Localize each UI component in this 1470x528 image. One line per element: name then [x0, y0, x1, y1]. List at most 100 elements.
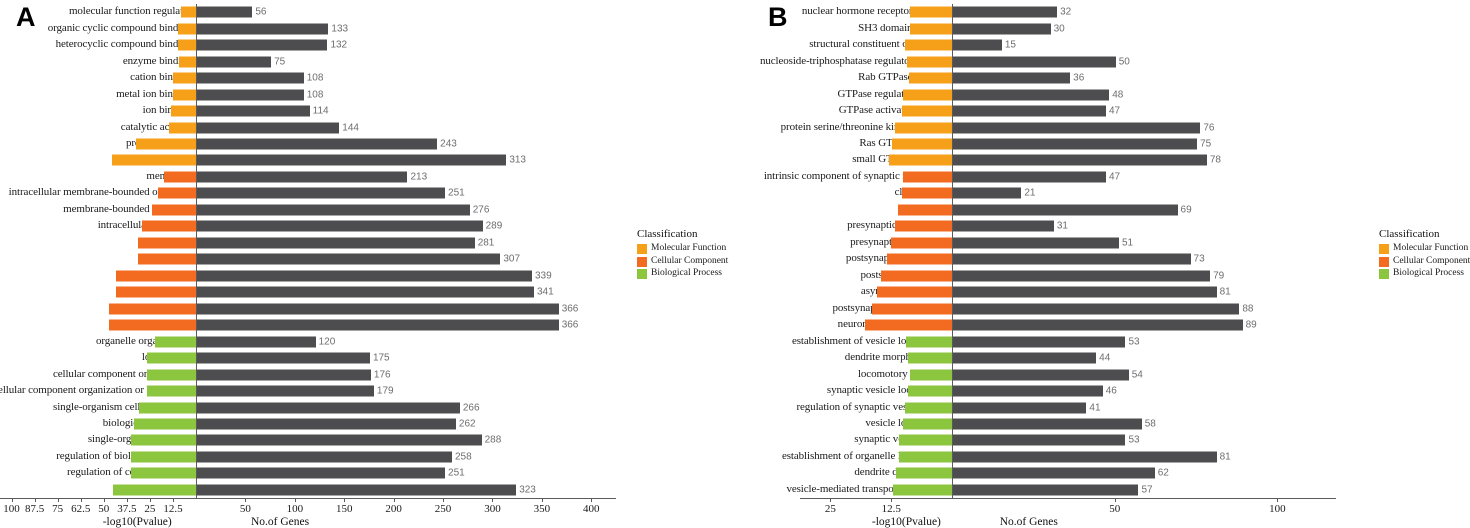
- pvalue-axis-title: -log10(Pvalue): [102, 516, 172, 528]
- pvalue-bar: [908, 352, 952, 364]
- gene-count-bar: [197, 336, 316, 348]
- legend-item[interactable]: Biological Process: [637, 269, 728, 279]
- chart-row: single-organism cellular process 266: [0, 399, 760, 416]
- legend-item[interactable]: Molecular Function: [637, 244, 728, 254]
- value-axis-tick: [830, 499, 832, 503]
- gene-count-bar: [197, 369, 371, 381]
- chart-row: intracellular membrane-bounded organelle…: [0, 185, 760, 202]
- gene-count-value: 323: [519, 484, 536, 496]
- gene-count-bar: [953, 253, 1191, 265]
- gene-count-value: 88: [1242, 303, 1254, 315]
- legend-item[interactable]: Cellular Component: [1379, 255, 1470, 267]
- gene-count-bar: [953, 451, 1217, 463]
- pvalue-bar: [137, 253, 196, 265]
- pvalue-bar: [865, 319, 952, 331]
- pvalue-bar: [872, 303, 952, 315]
- pvalue-axis-tick-label: 25: [144, 503, 156, 516]
- pvalue-axis-tick-label: 62.5: [71, 503, 91, 516]
- legend-item[interactable]: Molecular Function: [1379, 244, 1470, 254]
- pvalue-axis-tick-label: 37.5: [117, 503, 137, 516]
- gene-count-value: 46: [1105, 385, 1117, 397]
- gene-count-value: 21: [1024, 187, 1036, 199]
- pvalue-axis-tick-label: 75: [52, 503, 64, 516]
- pvalue-axis-tick-label: 50: [98, 503, 110, 516]
- chart-row: organic cyclic compound binding 133: [0, 20, 760, 37]
- gene-count-bar: [197, 72, 304, 84]
- chart-row: axon part69: [750, 202, 1470, 219]
- value-axis-line: [0, 498, 616, 500]
- value-axis-tick: [80, 499, 82, 503]
- chart-row: vesicle-mediated transport in synapse 57: [750, 482, 1470, 499]
- gene-count-bar: [953, 122, 1201, 134]
- value-axis-tick: [11, 499, 13, 503]
- gene-count-bar: [197, 56, 272, 68]
- pvalue-bar: [109, 303, 196, 315]
- gene-count-bar: [197, 204, 470, 216]
- chart-row: cation binding 108: [0, 70, 760, 87]
- legend-swatch-icon: [1379, 256, 1389, 267]
- gene-count-bar: [953, 402, 1087, 414]
- value-axis-tick: [245, 499, 247, 503]
- gene-count-axis-tick-label: 350: [533, 503, 551, 516]
- gene-count-value: 36: [1073, 72, 1085, 84]
- pvalue-bar: [138, 402, 196, 414]
- gene-count-value: 69: [1180, 204, 1192, 216]
- chart-row: dendrite development62: [750, 465, 1470, 482]
- gene-count-bar: [197, 105, 310, 117]
- gene-count-value: 108: [306, 89, 324, 101]
- gene-count-axis-tick-label: 400: [583, 503, 600, 516]
- gene-count-bar: [953, 187, 1022, 199]
- gene-count-bar: [197, 385, 374, 397]
- pvalue-bar: [178, 39, 196, 51]
- pvalue-bar: [907, 56, 952, 68]
- legend-item-label: Cellular Component: [651, 255, 729, 266]
- gene-count-value: 251: [448, 187, 465, 199]
- legend-swatch-icon: [637, 269, 647, 279]
- gene-count-bar: [953, 286, 1217, 298]
- pvalue-bar: [172, 89, 196, 101]
- gene-count-bar: [197, 122, 340, 134]
- gene-count-axis-title: No.of Genes: [250, 516, 310, 528]
- value-axis-tick: [149, 499, 151, 503]
- gene-count-bar: [197, 451, 452, 463]
- pvalue-bar: [899, 434, 952, 446]
- gene-count-value: 47: [1108, 105, 1121, 117]
- gene-count-value: 15: [1004, 39, 1016, 51]
- gene-count-axis-tick-label: 50: [239, 503, 251, 516]
- pvalue-bar: [909, 369, 952, 381]
- gene-count-bar: [953, 369, 1129, 381]
- chart-row: locomotory behavior 54: [750, 366, 1470, 383]
- chart-row: membrane213: [0, 169, 760, 186]
- gene-count-bar: [953, 352, 1097, 364]
- chart-row: cellular component organization 176: [0, 366, 760, 383]
- gene-count-bar: [953, 56, 1116, 68]
- chart-row: membrane-bounded organelle 276: [0, 202, 760, 219]
- legend-item[interactable]: Biological Process: [1379, 269, 1470, 279]
- gene-count-bar: [197, 23, 329, 35]
- panel-a-legend-items: Molecular Function Cellular Component Biol…: [637, 244, 728, 279]
- pvalue-bar: [131, 451, 196, 463]
- gene-count-bar: [953, 237, 1119, 249]
- gene-count-bar: [197, 270, 532, 282]
- panel-a-legend-title: Classification: [637, 228, 698, 240]
- panel-b-legend-items: Molecular Function Cellular Component Biol…: [1379, 244, 1470, 279]
- pvalue-bar: [141, 220, 196, 232]
- legend-item[interactable]: Cellular Component: [637, 255, 729, 267]
- legend-item-label: Molecular Function: [651, 243, 727, 254]
- pvalue-bar: [147, 369, 196, 381]
- pvalue-bar: [178, 23, 196, 35]
- gene-count-bar: [197, 434, 482, 446]
- gene-count-axis-tick-label: 100: [286, 503, 304, 516]
- pvalue-bar: [151, 204, 196, 216]
- gene-count-bar: [197, 418, 456, 430]
- gene-count-value: 258: [454, 451, 472, 463]
- chart-row: Ras GTPase binding75: [750, 136, 1470, 153]
- gene-count-axis-tick-label: 100: [1269, 503, 1286, 516]
- category-label: organic cyclic compound binding: [47, 21, 192, 34]
- chart-row: nucleoside-triphosphatase regulator acti…: [750, 53, 1470, 70]
- legend-item-label: Cellular Component: [1393, 255, 1470, 266]
- legend-swatch-icon: [637, 244, 647, 254]
- gene-count-value: 366: [561, 303, 579, 315]
- pvalue-bar: [136, 138, 196, 150]
- gene-count-value: 289: [485, 220, 503, 232]
